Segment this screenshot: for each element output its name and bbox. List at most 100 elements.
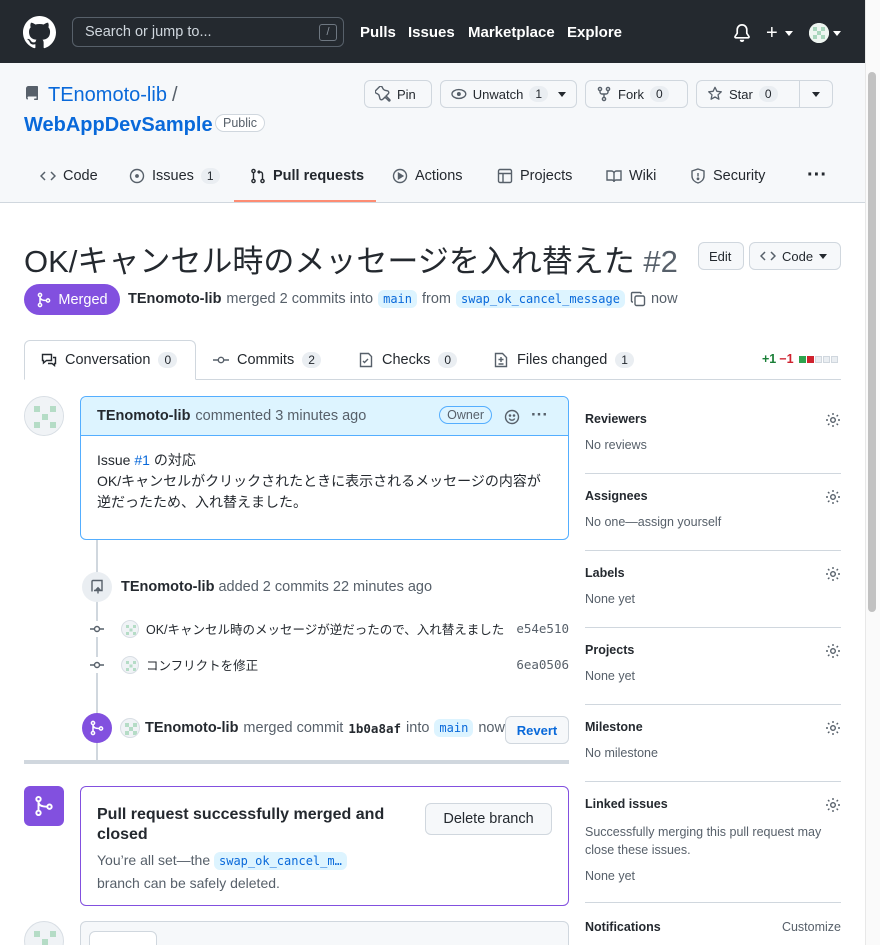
copy-icon[interactable] [630,291,646,307]
repo-owner-link[interactable]: TEnomoto-lib [48,84,167,107]
merge-commit-sha[interactable]: 1b0a8af [348,721,401,736]
projects-value: None yet [585,669,636,683]
merge-desc-prefix: You’re all set—the [97,852,211,868]
github-logo-icon[interactable] [23,16,56,49]
code-dropdown-button[interactable]: Code [749,242,841,270]
tab-projects[interactable]: Projects [497,168,572,184]
gear-icon[interactable] [825,412,841,428]
star-label: Star [729,86,753,102]
tab-commits-count: 2 [302,352,321,368]
merged-state-label: Merged [58,291,108,308]
merged-time: now [650,291,678,307]
labels-title[interactable]: Labels [585,566,841,580]
assignees-value[interactable]: No one—assign yourself [585,515,841,529]
tab-security[interactable]: Security [690,168,765,184]
tab-issues[interactable]: Issues 1 [129,168,220,184]
head-branch[interactable]: swap_ok_cancel_message [456,290,625,308]
merged-branch-name[interactable]: swap_ok_cancel_m… [214,852,347,870]
linked-issues-value: None yet [585,869,636,883]
comment-author[interactable]: TEnomoto-lib [97,408,190,424]
chevron-down-icon [558,91,566,97]
tab-files-changed[interactable]: Files changed 1 [493,352,634,368]
comment-body: Issue #1 の対応 OK/キャンセルがクリックされたときに表示されるメッセ… [81,436,568,527]
kebab-menu-icon[interactable]: ··· [531,405,548,425]
shield-icon [691,168,705,184]
commit-message[interactable]: OK/キャンセル時のメッセージが逆だったので、入れ替えました [146,619,516,638]
tab-pull-requests[interactable]: Pull requests [250,168,364,184]
tab-conversation[interactable]: Conversation 0 [24,340,196,380]
checklist-icon [359,352,373,368]
tab-wiki-label: Wiki [629,168,657,184]
tab-commits[interactable]: Commits 2 [213,352,321,368]
projects-title[interactable]: Projects [585,643,841,657]
gear-icon[interactable] [825,566,841,582]
added-commits-event: TEnomoto-lib added 2 commits 22 minutes … [121,579,432,595]
issue-icon [129,168,145,184]
tab-code[interactable]: Code [40,168,98,184]
repo-icon [25,86,38,100]
tab-actions[interactable]: Actions [392,168,463,184]
gear-icon[interactable] [825,797,841,813]
nav-marketplace[interactable]: Marketplace [468,24,555,41]
unwatch-label: Unwatch [472,86,524,102]
tab-wiki[interactable]: Wiki [606,168,656,184]
merge-avatar[interactable] [120,718,140,738]
nav-explore[interactable]: Explore [567,24,622,41]
gear-icon[interactable] [825,720,841,736]
commit-avatar [121,619,139,638]
added-commits-author[interactable]: TEnomoto-lib [121,579,214,595]
repo-push-icon [82,572,112,602]
commit-icon [88,656,106,673]
base-branch[interactable]: main [378,290,417,308]
assignees-title[interactable]: Assignees [585,489,841,503]
smiley-icon[interactable] [504,409,520,425]
composer-write-tab[interactable] [89,931,157,945]
commit-message[interactable]: コンフリクトを修正 [146,655,516,674]
create-new-icon[interactable]: + [766,22,778,45]
more-tabs-icon[interactable]: ··· [807,164,827,187]
merge-author[interactable]: TEnomoto-lib [145,720,238,736]
pr-description-comment: TEnomoto-lib commented 3 minutes ago Own… [80,396,569,540]
current-user-avatar[interactable] [24,921,64,945]
star-lists-dropdown[interactable] [799,80,833,108]
visibility-badge: Public [215,114,266,132]
gear-icon[interactable] [825,643,841,659]
play-icon [392,168,408,184]
nav-pulls[interactable]: Pulls [360,24,396,41]
scrollbar-thumb[interactable] [868,72,876,612]
edit-title-button[interactable]: Edit [698,242,744,270]
watch-count: 1 [529,86,548,102]
reviewers-value: No reviews [585,438,647,452]
notifications-customize-link[interactable]: Customize [782,920,841,934]
merge-target-branch[interactable]: main [434,719,474,737]
tab-actions-label: Actions [415,168,463,184]
issue-link[interactable]: #1 [134,452,150,468]
commit-sha[interactable]: 6ea0506 [516,657,569,672]
comment-author-avatar[interactable] [24,396,64,436]
tab-checks[interactable]: Checks 0 [358,352,458,368]
milestone-value: No milestone [585,746,658,760]
gear-icon[interactable] [825,489,841,505]
fork-button[interactable]: Fork 0 [585,80,688,108]
active-tab-underline [234,200,376,202]
nav-issues[interactable]: Issues [408,24,455,41]
delete-branch-button[interactable]: Delete branch [425,803,552,835]
commit-sha[interactable]: e54e510 [516,621,569,636]
star-button[interactable]: Star 0 [696,80,800,108]
linked-issues-title[interactable]: Linked issues [585,797,841,811]
bell-icon[interactable] [733,24,751,42]
eye-icon [451,88,467,100]
comment-composer[interactable] [80,921,569,945]
milestone-title[interactable]: Milestone [585,720,841,734]
tab-issues-label: Issues [152,168,194,184]
reviewers-title[interactable]: Reviewers [585,412,841,426]
pr-author-link[interactable]: TEnomoto-lib [128,291,221,307]
pin-button[interactable]: Pin [364,80,432,108]
owner-badge: Owner [439,406,492,424]
unwatch-button[interactable]: Unwatch 1 [440,80,577,108]
repo-name-link[interactable]: WebAppDevSample [24,114,213,137]
user-avatar[interactable] [809,23,829,43]
search-input[interactable]: Search or jump to... / [72,17,344,47]
revert-button[interactable]: Revert [505,716,569,744]
merged-state-badge: Merged [24,284,120,315]
